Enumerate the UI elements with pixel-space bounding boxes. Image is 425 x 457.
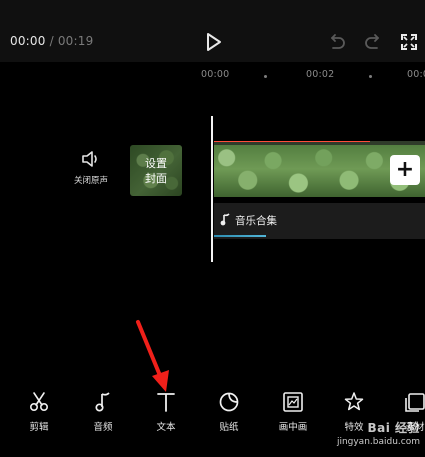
- mute-original-audio-label: 关闭原声: [73, 176, 108, 186]
- scissors-icon: [29, 392, 49, 412]
- text-icon: [157, 393, 175, 412]
- tool-material-label: 素材: [405, 422, 425, 433]
- speaker-icon: [82, 151, 97, 167]
- add-clip-button[interactable]: +: [390, 155, 420, 185]
- ruler-label-0: 00:00: [201, 69, 230, 80]
- music-note-icon: [220, 213, 230, 226]
- music-track[interactable]: 音乐合集: [214, 203, 425, 239]
- tool-picture-in-picture-label: 画中画: [278, 422, 308, 433]
- ruler-label-1: 00:02: [306, 69, 335, 80]
- tool-picture-in-picture[interactable]: 画中画: [265, 390, 321, 433]
- tool-edit[interactable]: 剪辑: [11, 390, 67, 433]
- video-editor: 00:00/00:19 00:00 00:02 00: 关闭原声 设置 封面 +…: [0, 0, 425, 457]
- playhead[interactable]: [211, 116, 213, 262]
- picture-in-picture-icon: [283, 392, 303, 412]
- tool-effects[interactable]: 特效: [326, 390, 382, 433]
- tool-audio[interactable]: 音频: [75, 390, 131, 433]
- set-cover-button[interactable]: 设置 封面: [130, 145, 182, 196]
- tool-text-label: 文本: [156, 422, 176, 433]
- current-time: 00:00: [10, 34, 46, 48]
- total-time: 00:19: [57, 34, 94, 48]
- music-note-icon: [95, 392, 110, 412]
- fullscreen-icon: [401, 34, 417, 50]
- time-separator: /: [49, 34, 54, 48]
- redo-button[interactable]: [362, 31, 384, 53]
- undo-icon: [331, 34, 345, 49]
- tool-text[interactable]: 文本: [138, 390, 194, 433]
- play-button[interactable]: [200, 30, 226, 54]
- fullscreen-button[interactable]: [398, 31, 420, 53]
- undo-button[interactable]: [326, 31, 348, 53]
- redo-icon: [365, 34, 379, 49]
- ruler-dot: [369, 75, 372, 78]
- time-display: 00:00/00:19: [10, 33, 93, 49]
- play-icon: [207, 33, 221, 51]
- tool-sticker[interactable]: 贴纸: [201, 390, 257, 433]
- timeline-ruler: 00:00 00:02 00:04: [0, 62, 425, 90]
- set-cover-label: 设置 封面: [145, 157, 167, 185]
- music-track-label: 音乐合集: [235, 215, 277, 227]
- tool-audio-label: 音频: [93, 422, 113, 433]
- bottom-toolbar: 剪辑 音频 文本 贴纸 画中画 特效 素材 Bai 经验 jingyan.bai…: [0, 384, 425, 457]
- tool-effects-label: 特效: [344, 422, 364, 433]
- music-waveform: [214, 235, 266, 237]
- sticker-icon: [219, 392, 239, 412]
- tool-sticker-label: 贴纸: [219, 422, 239, 433]
- top-bar: 00:00/00:19: [0, 0, 425, 62]
- tool-edit-label: 剪辑: [29, 422, 49, 433]
- ruler-dot: [264, 75, 267, 78]
- clip-indicator-line: [214, 141, 370, 142]
- ruler-label-2: 00:04: [407, 69, 425, 80]
- effects-icon: [344, 392, 364, 411]
- mute-original-audio-button[interactable]: 关闭原声: [66, 150, 116, 190]
- watermark-url: jingyan.baidu.com: [336, 437, 420, 447]
- material-icon: [405, 393, 425, 412]
- tool-material[interactable]: 素材: [387, 390, 425, 433]
